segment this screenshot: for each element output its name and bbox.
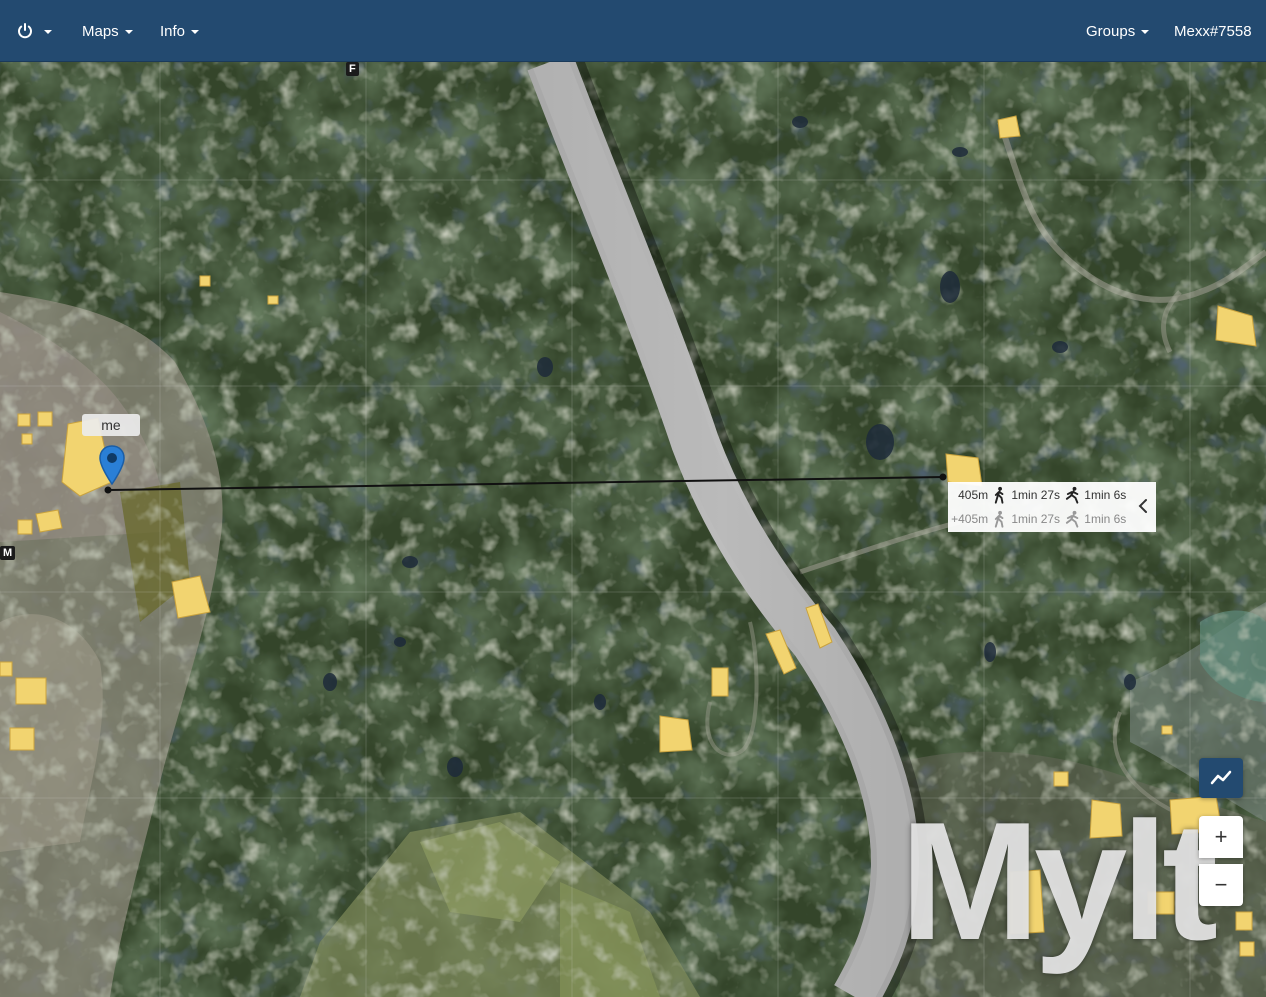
user-menu[interactable]: Mexx#7558 <box>1174 0 1252 62</box>
segment-run-time: 1min 6s <box>1084 488 1127 502</box>
user-name: Mexx#7558 <box>1174 22 1252 40</box>
plus-icon: + <box>1214 824 1228 849</box>
groups-menu[interactable]: Groups <box>1086 0 1150 62</box>
map-canvas[interactable]: F M me 405m 1min 27s 1min 6s +405m 1min … <box>0 62 1266 997</box>
measure-end-point[interactable] <box>939 473 947 481</box>
measurement-total-row: +405m 1min 27s 1min 6s <box>948 508 1134 530</box>
walking-icon <box>994 510 1004 528</box>
location-pin-icon[interactable] <box>98 444 126 486</box>
maps-menu-label: Maps <box>82 22 119 40</box>
running-icon <box>1065 510 1079 528</box>
total-walk-time: 1min 27s <box>1011 512 1061 526</box>
running-icon <box>1065 486 1079 504</box>
grid-label-top: F <box>346 62 359 76</box>
chevron-down-icon <box>1141 30 1150 34</box>
chevron-down-icon <box>124 30 133 34</box>
segment-walk-time: 1min 27s <box>1011 488 1061 502</box>
total-distance: +405m <box>951 512 989 526</box>
player-label: me <box>82 414 140 436</box>
city-label: Mylt <box>900 787 1218 975</box>
power-menu[interactable] <box>16 0 52 62</box>
walking-icon <box>994 486 1004 504</box>
minus-icon: − <box>1214 872 1228 897</box>
info-menu-label: Info <box>160 22 186 40</box>
measurement-segment-row: 405m 1min 27s 1min 6s <box>948 484 1134 506</box>
measure-icon <box>1210 770 1232 785</box>
chevron-left-icon[interactable] <box>1136 496 1150 516</box>
grid-label-left: M <box>0 546 16 560</box>
chevron-down-icon <box>191 30 200 34</box>
top-navbar: Maps Info Groups Mexx#7558 <box>0 0 1266 62</box>
info-menu[interactable]: Info <box>160 0 200 62</box>
measure-tool-button[interactable] <box>1199 758 1243 798</box>
measure-start-point[interactable] <box>104 486 112 494</box>
zoom-out-button[interactable]: − <box>1199 864 1243 906</box>
groups-menu-label: Groups <box>1086 22 1136 40</box>
measurement-tooltip: 405m 1min 27s 1min 6s +405m 1min 27s 1mi… <box>948 482 1156 532</box>
maps-menu[interactable]: Maps <box>82 0 133 62</box>
total-run-time: 1min 6s <box>1084 512 1127 526</box>
chevron-down-icon <box>44 30 52 34</box>
segment-distance: 405m <box>958 488 989 502</box>
power-icon <box>18 23 32 39</box>
zoom-in-button[interactable]: + <box>1199 816 1243 858</box>
